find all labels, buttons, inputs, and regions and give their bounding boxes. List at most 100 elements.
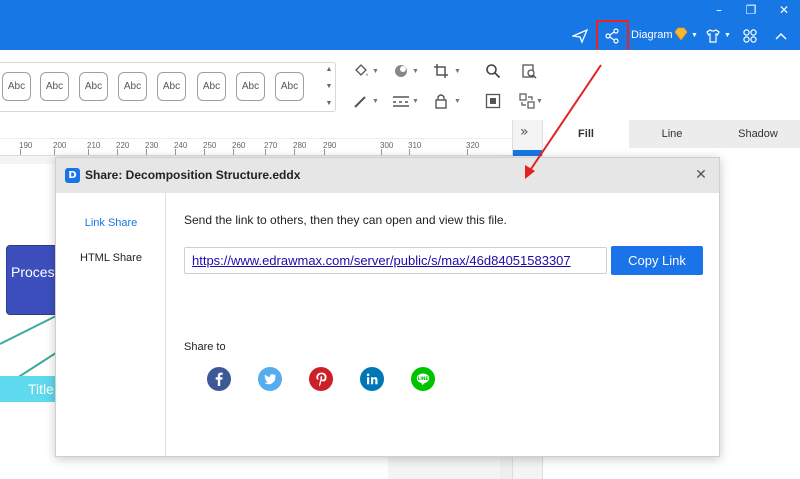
- arrange-caret-icon: ▼: [536, 98, 543, 105]
- ruler-tick: [204, 149, 205, 155]
- style-preset-7[interactable]: Abc: [236, 72, 265, 101]
- ruler-label: 200: [53, 141, 67, 150]
- theme-shirt-icon[interactable]: [703, 26, 723, 46]
- lock-caret-icon: ▼: [454, 98, 461, 105]
- line-style-icon[interactable]: [390, 90, 412, 112]
- app-window: – ❐ ✕ Diagram ▼ ▼ Abc Abc Abc Abc Abc Ab…: [0, 0, 800, 479]
- close-icon[interactable]: ✕: [775, 2, 793, 18]
- line-caret-icon: ▼: [372, 98, 379, 105]
- svg-text:LINE: LINE: [418, 376, 429, 381]
- send-icon[interactable]: [570, 26, 590, 46]
- ruler-tick: [381, 149, 382, 155]
- style-preset-1[interactable]: Abc: [2, 72, 31, 101]
- ruler-label: 310: [408, 141, 422, 150]
- linkedin-icon[interactable]: [360, 367, 384, 391]
- ruler-label: 210: [87, 141, 101, 150]
- ruler-label: 280: [293, 141, 307, 150]
- nav-html-share[interactable]: HTML Share: [56, 252, 166, 264]
- copy-link-button[interactable]: Copy Link: [611, 246, 703, 275]
- theme-caret-icon[interactable]: ▼: [724, 32, 731, 39]
- ruler-tick: [88, 149, 89, 155]
- share-dialog: D Share: Decomposition Structure.eddx ✕ …: [55, 157, 720, 457]
- tab-fill[interactable]: Fill: [543, 120, 629, 148]
- apps-grid-icon[interactable]: [740, 26, 760, 46]
- style-preset-6[interactable]: Abc: [197, 72, 226, 101]
- facebook-icon[interactable]: [207, 367, 231, 391]
- fit-page-icon[interactable]: [482, 90, 504, 112]
- ruler-label: 270: [264, 141, 278, 150]
- style-preset-8[interactable]: Abc: [275, 72, 304, 101]
- nav-link-share[interactable]: Link Share: [56, 217, 166, 229]
- ruler-label: 290: [323, 141, 337, 150]
- restore-icon[interactable]: ❐: [742, 2, 760, 18]
- shape-styles-gallery: Abc Abc Abc Abc Abc Abc Abc Abc ▲ ▼ ▼: [0, 62, 336, 112]
- ribbon-toolbar: Abc Abc Abc Abc Abc Abc Abc Abc ▲ ▼ ▼ ▼ …: [0, 50, 800, 120]
- diagram-caret-icon[interactable]: ▼: [691, 32, 698, 39]
- pinterest-icon[interactable]: [309, 367, 333, 391]
- gallery-down-icon[interactable]: ▼: [325, 83, 333, 91]
- style-preset-2[interactable]: Abc: [40, 72, 69, 101]
- style-preset-5[interactable]: Abc: [157, 72, 186, 101]
- format-tabs: Fill Line Shadow: [543, 120, 800, 148]
- fill-bucket-icon[interactable]: [350, 60, 372, 82]
- line-pen-icon[interactable]: [350, 90, 372, 112]
- ruler-label: 220: [116, 141, 130, 150]
- tab-line[interactable]: Line: [629, 120, 715, 148]
- ruler-tick: [324, 149, 325, 155]
- dialog-title: Share: Decomposition Structure.eddx: [85, 168, 301, 182]
- premium-gem-icon: [674, 27, 688, 41]
- ruler-label: 260: [232, 141, 246, 150]
- ruler-label: 300: [380, 141, 394, 150]
- gallery-up-icon[interactable]: ▲: [325, 66, 333, 74]
- tab-shadow[interactable]: Shadow: [715, 120, 800, 148]
- ruler-label: 240: [174, 141, 188, 150]
- process-shape[interactable]: Proces: [6, 245, 60, 315]
- style-preset-4[interactable]: Abc: [118, 72, 147, 101]
- panel-indicator: [513, 150, 543, 156]
- ruler-label: 250: [203, 141, 217, 150]
- share-nav: Link Share HTML Share: [56, 193, 166, 456]
- dialog-header: D Share: Decomposition Structure.eddx ✕: [56, 158, 719, 193]
- ruler-tick: [294, 149, 295, 155]
- twitter-icon[interactable]: [258, 367, 282, 391]
- minimize-icon[interactable]: –: [710, 2, 728, 18]
- fill-caret-icon: ▼: [372, 68, 379, 75]
- search-icon[interactable]: [482, 60, 504, 82]
- line-style-caret-icon: ▼: [412, 98, 419, 105]
- collapse-ribbon-icon[interactable]: [771, 26, 791, 46]
- ruler-tick: [233, 149, 234, 155]
- share-instruction: Send the link to others, then they can o…: [184, 213, 507, 227]
- find-replace-icon[interactable]: [518, 60, 540, 82]
- diagram-menu-label[interactable]: Diagram: [631, 29, 673, 41]
- gallery-more-icon[interactable]: ▼: [325, 100, 333, 108]
- ruler-tick: [467, 149, 468, 155]
- title-shape[interactable]: Title: [0, 376, 56, 402]
- lock-icon[interactable]: [430, 90, 452, 112]
- ruler-tick: [117, 149, 118, 155]
- shape-circle-icon[interactable]: [390, 60, 412, 82]
- link-share-panel: Send the link to others, then they can o…: [167, 193, 719, 456]
- edraw-logo-icon: D: [65, 168, 80, 183]
- title-bar: – ❐ ✕ Diagram ▼ ▼: [0, 0, 800, 53]
- ruler-tick: [54, 149, 55, 155]
- horizontal-ruler: 190 200 210 220 230 240 250 260 270 280 …: [0, 138, 512, 156]
- shape-caret-icon: ▼: [412, 68, 419, 75]
- ruler-tick: [20, 149, 21, 155]
- line-icon[interactable]: LINE: [411, 367, 435, 391]
- arrange-icon[interactable]: [516, 90, 538, 112]
- style-preset-3[interactable]: Abc: [79, 72, 108, 101]
- ruler-label: 320: [466, 141, 480, 150]
- ruler-label: 190: [19, 141, 33, 150]
- share-highlight-box: [596, 20, 629, 53]
- expand-panel-icon[interactable]: »: [520, 124, 529, 140]
- share-link-field[interactable]: https://www.edrawmax.com/server/public/s…: [184, 247, 607, 274]
- share-to-label: Share to: [184, 341, 226, 353]
- crop-caret-icon: ▼: [454, 68, 461, 75]
- ruler-tick: [146, 149, 147, 155]
- ruler-tick: [265, 149, 266, 155]
- ruler-label: 230: [145, 141, 159, 150]
- ruler-tick: [409, 149, 410, 155]
- crop-icon[interactable]: [430, 60, 452, 82]
- dialog-close-icon[interactable]: ✕: [692, 166, 710, 184]
- ruler-tick: [175, 149, 176, 155]
